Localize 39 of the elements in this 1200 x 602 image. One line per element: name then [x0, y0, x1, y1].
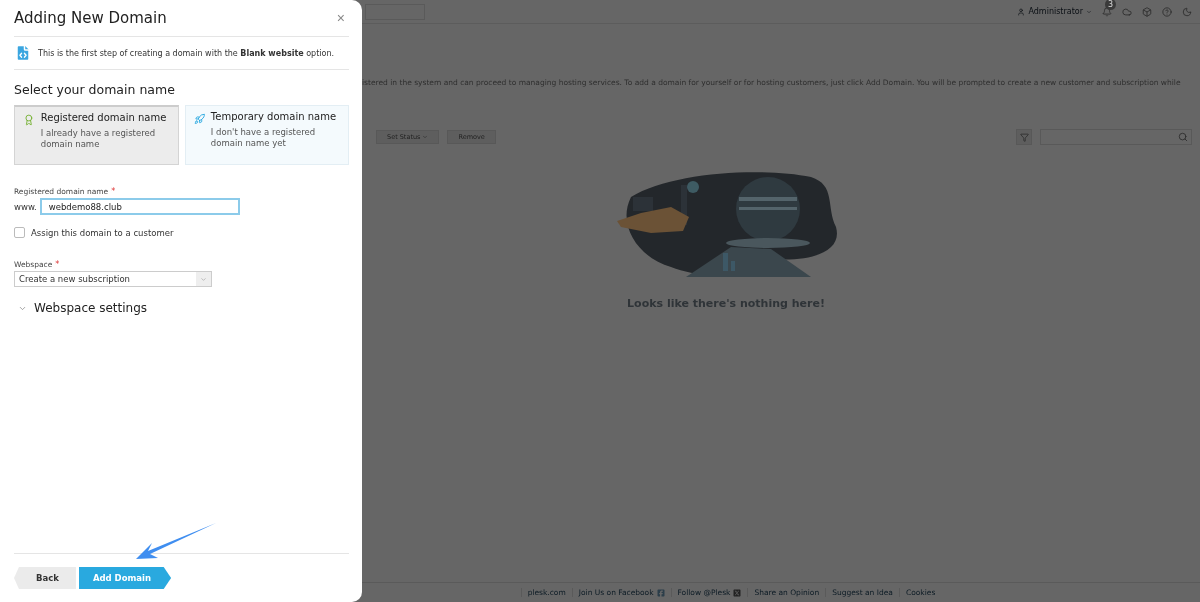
x-logo-icon [733, 588, 742, 597]
filter-button[interactable] [1016, 129, 1032, 145]
back-button[interactable]: Back [14, 567, 76, 589]
list-search-field[interactable] [1040, 129, 1192, 145]
filter-icon [1019, 132, 1029, 142]
info-text: This is the first step of creating a domain with the Blank website option. [38, 48, 335, 58]
notification-badge: 3 [1105, 0, 1116, 10]
bell-icon[interactable] [1102, 6, 1112, 17]
facebook-icon [656, 588, 665, 597]
add-domain-button[interactable]: Add Domain [78, 567, 172, 589]
option-title: Temporary domain name [210, 111, 338, 122]
ribbon-award-icon [23, 112, 35, 128]
required-mark: * [111, 187, 116, 196]
option-title: Registered domain name [40, 112, 168, 123]
section-title: Select your domain name [14, 82, 176, 97]
webspace-select[interactable]: Create a new subscription [14, 271, 212, 287]
www-prefix: www. [14, 201, 37, 212]
caret-icon [1086, 8, 1092, 15]
domain-option-card[interactable]: Registered domain name I already have a registered domain name [14, 105, 179, 165]
cloud-icon[interactable] [1122, 6, 1132, 17]
checkbox-label: Assign this domain to a customer [31, 227, 174, 238]
close-button[interactable]: × [332, 10, 349, 26]
domain-option-card[interactable]: Temporary domain name I don't have a registered domain name yet [184, 105, 349, 165]
option-description: I already have a registered domain name [40, 128, 157, 150]
option-description: I don't have a registered domain name yet [210, 127, 317, 149]
dialog-title: Adding New Domain [14, 9, 167, 27]
domain-input-field[interactable]: webdemo88.club [39, 198, 240, 215]
required-mark: * [55, 260, 60, 269]
user-menu[interactable]: Administrator [1017, 7, 1092, 16]
code-file-icon [14, 44, 32, 62]
user-icon [1017, 7, 1026, 16]
webspace-settings-toggle[interactable]: Webspace settings [14, 301, 349, 315]
rocket-icon [193, 111, 205, 127]
help-icon[interactable] [1162, 6, 1172, 17]
cube-icon[interactable] [1142, 6, 1152, 17]
moon-icon[interactable] [1182, 6, 1192, 17]
caret-icon [200, 275, 207, 283]
checkbox[interactable] [14, 227, 25, 238]
search-icon [1178, 132, 1188, 142]
